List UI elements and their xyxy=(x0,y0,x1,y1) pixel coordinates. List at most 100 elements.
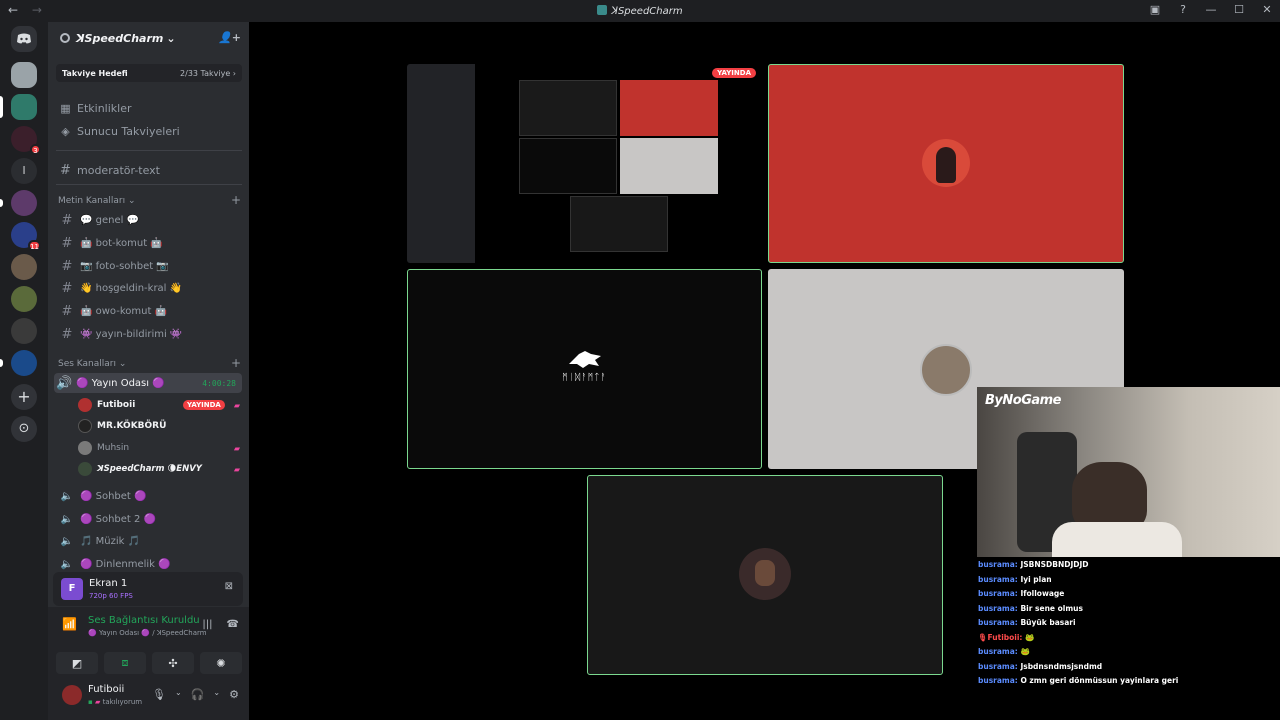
settings-gear-icon[interactable]: ⚙ xyxy=(229,688,239,701)
soundboard-icon: ✺ xyxy=(216,656,226,670)
add-server-icon[interactable]: + xyxy=(11,384,37,410)
channel-hosgeldin-kral[interactable]: # 👋 hoşgeldin-kral 👋 xyxy=(58,278,240,298)
chat-username: 🎙Futiboii: xyxy=(978,632,1023,642)
voice-channels-category[interactable]: Ses Kanalları ⌄ xyxy=(58,359,126,369)
channel-foto-sohbet[interactable]: # 📷 foto-sohbet 📷 xyxy=(58,256,240,276)
share-screen-button[interactable]: ⧈ xyxy=(104,652,146,674)
camera-off-button[interactable]: ◩ xyxy=(56,652,98,674)
text-channels-category[interactable]: Metin Kanalları ⌄ xyxy=(58,196,136,206)
video-tile[interactable]: ᛗᛁᛞᚨᛗᛏᚨ xyxy=(407,269,762,469)
signal-icon[interactable]: 📶 xyxy=(62,617,77,631)
voice-user[interactable]: MR.KÖKBÖRÜ xyxy=(78,417,240,435)
video-camera-icon: ▰ xyxy=(233,464,240,474)
stream-chat: busrama: JSBNSDBNDJDJD busrama: Iyi plan b… xyxy=(978,560,1280,691)
voice-channel-sohbet-2[interactable]: 🔈 🟣 Sohbet 2 🟣 xyxy=(58,509,240,529)
chevron-down-icon[interactable]: ⌄ xyxy=(213,688,220,701)
server-icon-current[interactable] xyxy=(0,94,37,120)
server-icon[interactable] xyxy=(11,62,37,88)
server-icon[interactable] xyxy=(11,254,37,280)
voice-status[interactable]: Ses Bağlantısı Kuruldu xyxy=(88,615,200,626)
screen-share-icon: ⧈ xyxy=(121,656,129,669)
user-panel: Futiboii ▪ ▰ takılıyorum 🎙 ⌄ 🎧 ⌄ ⚙ xyxy=(48,677,249,720)
video-tile[interactable] xyxy=(768,64,1124,263)
boost-goal-bar[interactable]: Takviye Hedefi 2/33 Takviye › xyxy=(56,64,242,82)
microphone-icon[interactable]: 🎙 xyxy=(152,688,166,701)
chat-text: Iyi plan xyxy=(1020,574,1052,584)
channel-genel[interactable]: # 💬 genel 💬 xyxy=(58,210,240,230)
server-icon[interactable] xyxy=(11,318,37,344)
hash-icon: # xyxy=(61,280,73,296)
voice-user[interactable]: Futiboii YAYINDA ▰ xyxy=(78,396,240,414)
disconnect-icon[interactable]: ☎ xyxy=(227,619,239,630)
invite-people-icon[interactable]: 👤+ xyxy=(218,31,241,44)
stop-stream-icon[interactable]: ⊠ xyxy=(225,581,233,592)
guild-icon xyxy=(60,33,70,43)
inbox-icon[interactable]: ▣ xyxy=(1148,3,1162,16)
stream-tile-futiboii[interactable]: YAYINDA xyxy=(407,64,761,263)
discord-logo-icon xyxy=(17,33,31,44)
video-tile[interactable] xyxy=(587,475,943,675)
channel-yayin-bildirimi[interactable]: # 👾 yayın-bildirimi 👾 xyxy=(58,324,240,344)
headphones-icon[interactable]: 🎧 xyxy=(191,688,205,701)
server-list: 3 l 11 + ⊙ xyxy=(0,22,48,720)
activities-button[interactable]: ✣ xyxy=(152,652,194,674)
server-icon[interactable]: 11 xyxy=(11,222,41,251)
window-title: ꓘSpeedCharm xyxy=(0,5,1280,17)
user-name[interactable]: Futiboii xyxy=(88,684,124,695)
voice-user[interactable]: ꓘSpeedCharm 🌘ENVY ▰ xyxy=(78,460,240,478)
video-camera-icon: ▰ xyxy=(233,443,240,453)
user-avatar[interactable] xyxy=(62,685,82,705)
explore-servers-icon[interactable]: ⊙ xyxy=(11,416,37,442)
server-icon[interactable] xyxy=(11,286,37,312)
voice-channel-sohbet[interactable]: 🔈 🟣 Sohbet 🟣 xyxy=(58,486,240,506)
call-timer: 4:00:28 xyxy=(202,378,236,388)
chat-text: Ifollowage xyxy=(1020,589,1065,598)
server-icon[interactable]: l xyxy=(11,158,37,184)
voice-channel-muzik[interactable]: 🔈 🎵 Müzik 🎵 xyxy=(58,531,240,551)
voice-channel-yayin-odasi[interactable]: 🔊 🟣 Yayın Odası 🟣 4:00:28 xyxy=(54,373,242,393)
voice-channel-dinlenmelik[interactable]: 🔈 🟣 Dinlenmelik 🟣 xyxy=(58,554,240,574)
live-badge: YAYINDA xyxy=(182,400,225,410)
chevron-down-icon[interactable]: ⌄ xyxy=(175,688,182,701)
chat-text: JSBNSDBNDJDJD xyxy=(1020,560,1089,569)
soundboard-button[interactable]: ✺ xyxy=(200,652,242,674)
channel-moderator-text[interactable]: # moderatör-text xyxy=(60,163,160,178)
video-camera-icon: ▰ xyxy=(233,400,240,410)
channel-bot-komut[interactable]: # 🤖 bot-komut 🤖 xyxy=(58,233,240,253)
events-item[interactable]: ▦ Etkinlikler xyxy=(60,102,131,115)
stream-preview-sidebar xyxy=(407,64,475,263)
hash-icon: # xyxy=(61,326,73,342)
voice-user[interactable]: Muhsin ▰ xyxy=(78,439,240,457)
server-icon[interactable] xyxy=(0,350,37,376)
chat-username: busrama: xyxy=(978,661,1018,671)
unread-badge: 11 xyxy=(28,240,41,251)
avatar xyxy=(78,398,92,412)
chat-username: busrama: xyxy=(978,676,1018,685)
maximize-button[interactable]: ☐ xyxy=(1232,3,1246,16)
server-icon[interactable] xyxy=(0,190,37,216)
close-button[interactable]: ✕ xyxy=(1260,3,1274,16)
hash-icon: # xyxy=(61,258,73,274)
discord-home-icon[interactable] xyxy=(11,26,37,52)
user-avatar xyxy=(922,139,970,187)
chat-message: busrama: O zmn geri dönmüssun yayinlara … xyxy=(978,676,1280,691)
add-voice-channel-icon[interactable]: + xyxy=(231,356,241,370)
add-text-channel-icon[interactable]: + xyxy=(231,193,241,207)
minimize-button[interactable]: — xyxy=(1204,3,1218,16)
chat-username: busrama: xyxy=(978,618,1018,627)
noise-suppression-icon[interactable]: ||| xyxy=(202,619,212,630)
help-icon[interactable]: ? xyxy=(1176,3,1190,16)
chat-username: busrama: xyxy=(978,647,1018,656)
chat-message: busrama: 🐸 xyxy=(978,647,1280,662)
server-icon[interactable]: 3 xyxy=(11,126,41,155)
server-boosts-item[interactable]: ◈ Sunucu Takviyeleri xyxy=(60,125,179,138)
unread-badge: 3 xyxy=(30,144,41,155)
boost-goal-label: Takviye Hedefi xyxy=(62,68,128,78)
guild-name: ꓘSpeedCharm xyxy=(76,31,164,45)
screen-share-quality: 720p 60 FPS xyxy=(89,592,133,600)
guild-header[interactable]: ꓘSpeedCharm ⌄ 👤+ xyxy=(48,22,249,54)
voice-channel-path[interactable]: 🟣 Yayın Odası 🟣 / ꓘSpeedCharm xyxy=(88,629,207,637)
channel-owo-komut[interactable]: # 🤖 owo-komut 🤖 xyxy=(58,301,240,321)
boost-gem-icon: ◈ xyxy=(61,125,70,138)
chat-text: Jsbdnsndmsjsndmd xyxy=(1020,661,1103,671)
